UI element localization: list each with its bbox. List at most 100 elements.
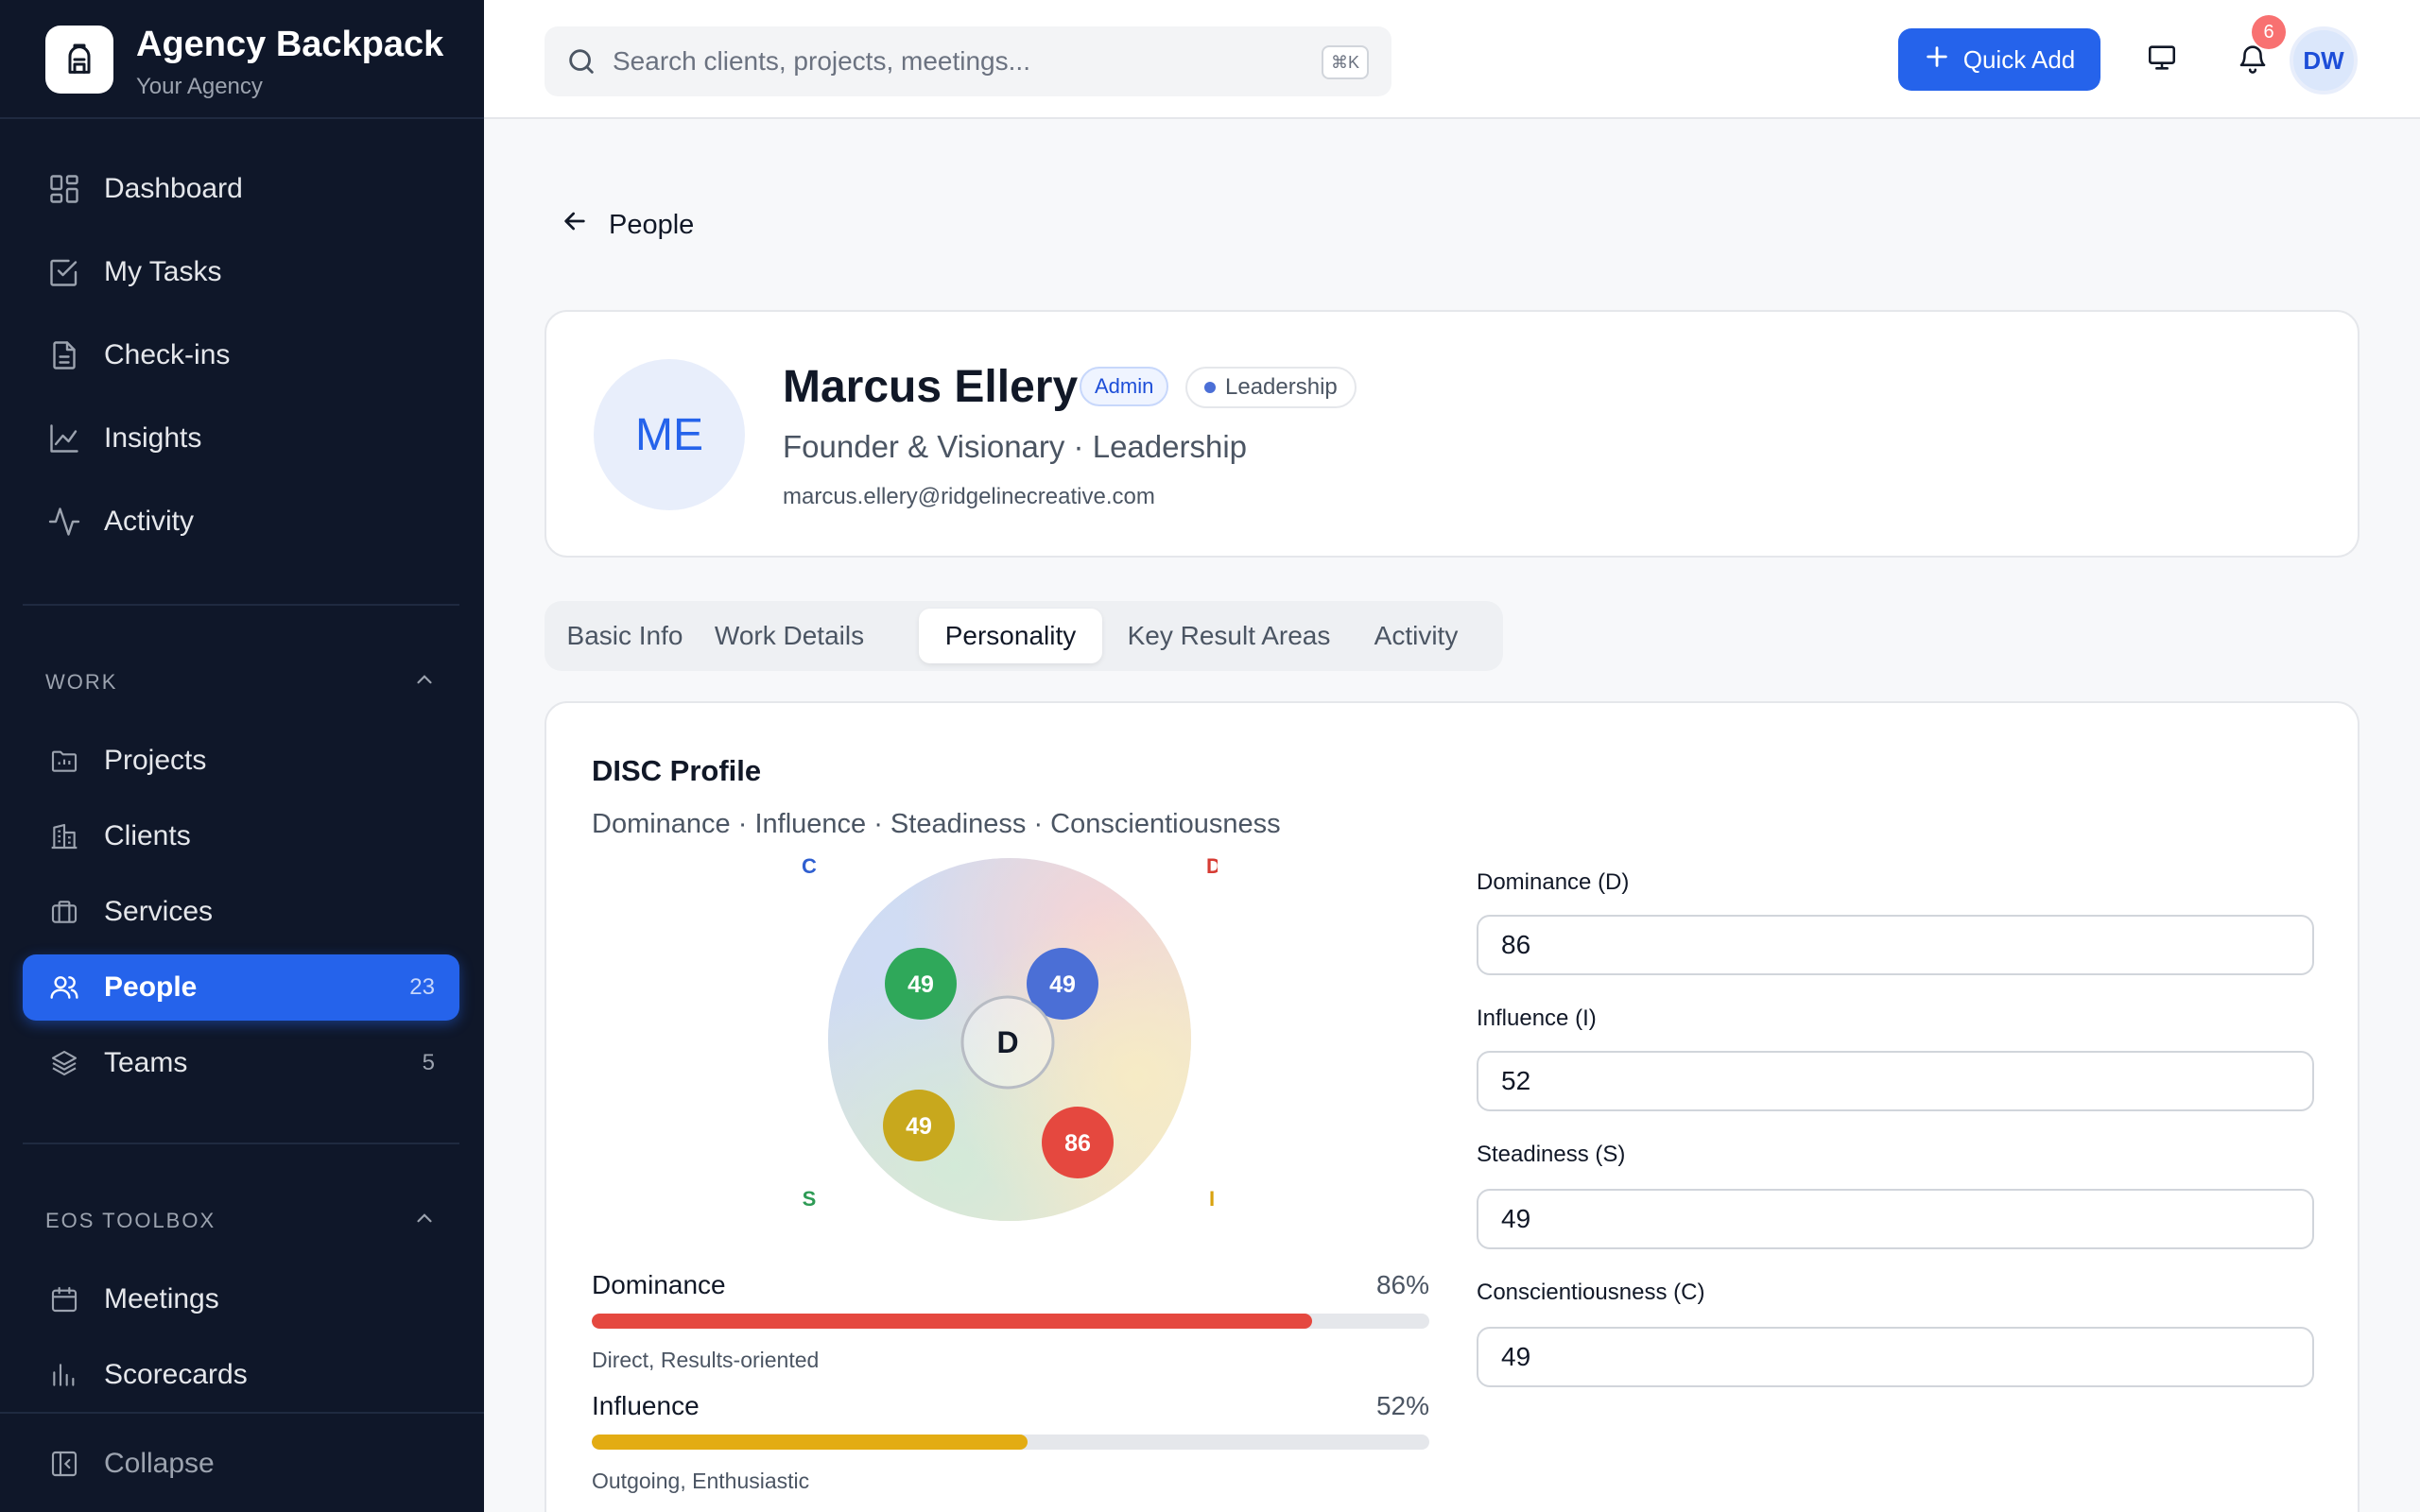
- nav-label: Activity: [104, 506, 195, 537]
- nav-item-projects[interactable]: Projects: [23, 728, 459, 794]
- services-icon: [45, 893, 83, 931]
- nav-item-scorecards[interactable]: Scorecards: [23, 1342, 459, 1408]
- team-badge-label: Leadership: [1225, 374, 1338, 400]
- dashboard-icon: [45, 170, 83, 208]
- nav-item-check-ins[interactable]: Check-ins: [23, 322, 459, 388]
- nav-label: Projects: [104, 745, 207, 776]
- dominance-bar: Dominance 86% Direct, Results-oriented: [592, 1270, 1429, 1373]
- score-dot-c[interactable]: 49: [885, 948, 957, 1020]
- dominance-field-label: Dominance (D): [1477, 869, 1630, 895]
- tasks-icon: [45, 253, 83, 291]
- checkin-icon: [45, 336, 83, 374]
- backpack-logo-icon[interactable]: [45, 26, 113, 94]
- nav-label: People: [104, 971, 198, 1003]
- nav-item-my-tasks[interactable]: My Tasks: [23, 239, 459, 305]
- dominance-input[interactable]: [1477, 915, 2314, 975]
- influence-field-label: Influence (I): [1477, 1005, 1597, 1031]
- shortcut-hint: ⌘K: [1322, 45, 1369, 79]
- back-to-people-link[interactable]: People: [560, 206, 694, 244]
- monitor-button[interactable]: [2138, 36, 2186, 83]
- tab-work-details[interactable]: Work Details: [701, 609, 877, 663]
- quadrant-label-s: S: [803, 1187, 817, 1211]
- chevron-up-icon: [412, 667, 437, 697]
- conscientiousness-input[interactable]: [1477, 1327, 2314, 1387]
- collapse-sidebar-icon: [45, 1445, 83, 1483]
- nav-label: Services: [104, 896, 214, 927]
- nav-item-meetings[interactable]: Meetings: [23, 1266, 459, 1332]
- score-dot-d-value: 49: [1049, 971, 1076, 998]
- sidebar: Agency Backpack Your Agency Dashboard My…: [0, 0, 484, 1512]
- disc-profile-card: DISC Profile Dominance · Influence · Ste…: [544, 701, 2360, 1512]
- quadrant-label-i: I: [1209, 1187, 1215, 1211]
- influence-bar: Influence 52% Outgoing, Enthusiastic: [592, 1391, 1429, 1494]
- search-input[interactable]: [613, 46, 1293, 77]
- brand-title: Agency Backpack: [136, 25, 444, 64]
- collapse-footer: Collapse: [0, 1412, 484, 1512]
- work-section-toggle[interactable]: WORK: [45, 667, 437, 697]
- back-link-label: People: [609, 209, 695, 240]
- bar-fill: [592, 1314, 1312, 1329]
- quadrant-label-d: D: [1206, 854, 1218, 878]
- nav-item-teams[interactable]: Teams 5: [23, 1030, 459, 1096]
- search-icon: [565, 45, 597, 77]
- activity-icon: [45, 503, 83, 541]
- monitor-icon: [2146, 42, 2178, 78]
- eos-section-toggle[interactable]: EOS TOOLBOX: [45, 1206, 437, 1236]
- bar-label: Dominance: [592, 1270, 726, 1299]
- profile-name: Marcus Ellery: [783, 362, 1079, 412]
- arrow-left-icon: [560, 206, 590, 244]
- bar-description: Direct, Results-oriented: [592, 1348, 820, 1372]
- profile-tabs: Basic Info Work Details Personality Key …: [544, 601, 1503, 671]
- work-section-label: WORK: [45, 670, 118, 694]
- projects-icon: [45, 742, 83, 780]
- score-dot-i[interactable]: 86: [1042, 1107, 1114, 1178]
- clients-icon: [45, 817, 83, 855]
- collapse-button[interactable]: Collapse: [23, 1431, 459, 1497]
- profile-avatar: ME: [594, 359, 745, 510]
- collapse-label: Collapse: [104, 1448, 215, 1479]
- primary-style-marker: D: [960, 995, 1055, 1090]
- quadrant-label-c: C: [802, 854, 817, 878]
- search-box[interactable]: ⌘K: [544, 26, 1392, 96]
- influence-input[interactable]: [1477, 1051, 2314, 1111]
- chevron-up-icon: [412, 1206, 437, 1236]
- brand-subtitle: Your Agency: [136, 74, 263, 99]
- score-dot-s-value: 49: [906, 1113, 932, 1140]
- quick-add-label: Quick Add: [1962, 44, 2076, 74]
- quick-add-button[interactable]: Quick Add: [1898, 28, 2100, 91]
- tab-personality[interactable]: Personality: [919, 609, 1102, 663]
- bar-description: Outgoing, Enthusiastic: [592, 1469, 810, 1493]
- role-badge: Admin: [1080, 367, 1169, 406]
- bar-percent: 86%: [1375, 1270, 1429, 1299]
- nav-item-people[interactable]: People 23: [23, 954, 459, 1021]
- nav-item-clients[interactable]: Clients: [23, 803, 459, 869]
- calendar-icon: [45, 1280, 83, 1318]
- steadiness-input[interactable]: [1477, 1189, 2314, 1249]
- scorecards-icon: [45, 1356, 83, 1394]
- insights-icon: [45, 420, 83, 457]
- nav-item-insights[interactable]: Insights: [23, 405, 459, 472]
- profile-title: Founder & Visionary · Leadership: [783, 429, 1248, 464]
- nav-label: Dashboard: [104, 173, 243, 204]
- top-bar: ⌘K Quick Add 6 DW: [484, 0, 2420, 119]
- team-badge: Leadership: [1185, 367, 1357, 408]
- plus-icon: [1924, 43, 1950, 77]
- bar-track: [592, 1435, 1429, 1450]
- nav-label: Check-ins: [104, 339, 231, 370]
- nav-label: Insights: [104, 422, 202, 454]
- tab-basic-info[interactable]: Basic Info: [558, 609, 692, 663]
- tab-key-result-areas[interactable]: Key Result Areas: [1117, 609, 1340, 663]
- score-dot-s[interactable]: 49: [883, 1090, 955, 1161]
- profile-email: marcus.ellery@ridgelinecreative.com: [783, 484, 1155, 509]
- user-avatar[interactable]: DW: [2290, 26, 2358, 94]
- score-dot-c-value: 49: [908, 971, 934, 998]
- nav-item-dashboard[interactable]: Dashboard: [23, 156, 459, 222]
- profile-card: ME Marcus Ellery Admin Leadership Founde…: [544, 310, 2360, 558]
- nav-label: Scorecards: [104, 1359, 248, 1390]
- nav-item-services[interactable]: Services: [23, 879, 459, 945]
- brand-header: Agency Backpack Your Agency: [0, 0, 484, 119]
- tab-activity[interactable]: Activity: [1348, 609, 1484, 663]
- primary-style-letter: D: [996, 1025, 1018, 1059]
- nav-item-activity[interactable]: Activity: [23, 489, 459, 555]
- disc-title: DISC Profile: [592, 754, 762, 787]
